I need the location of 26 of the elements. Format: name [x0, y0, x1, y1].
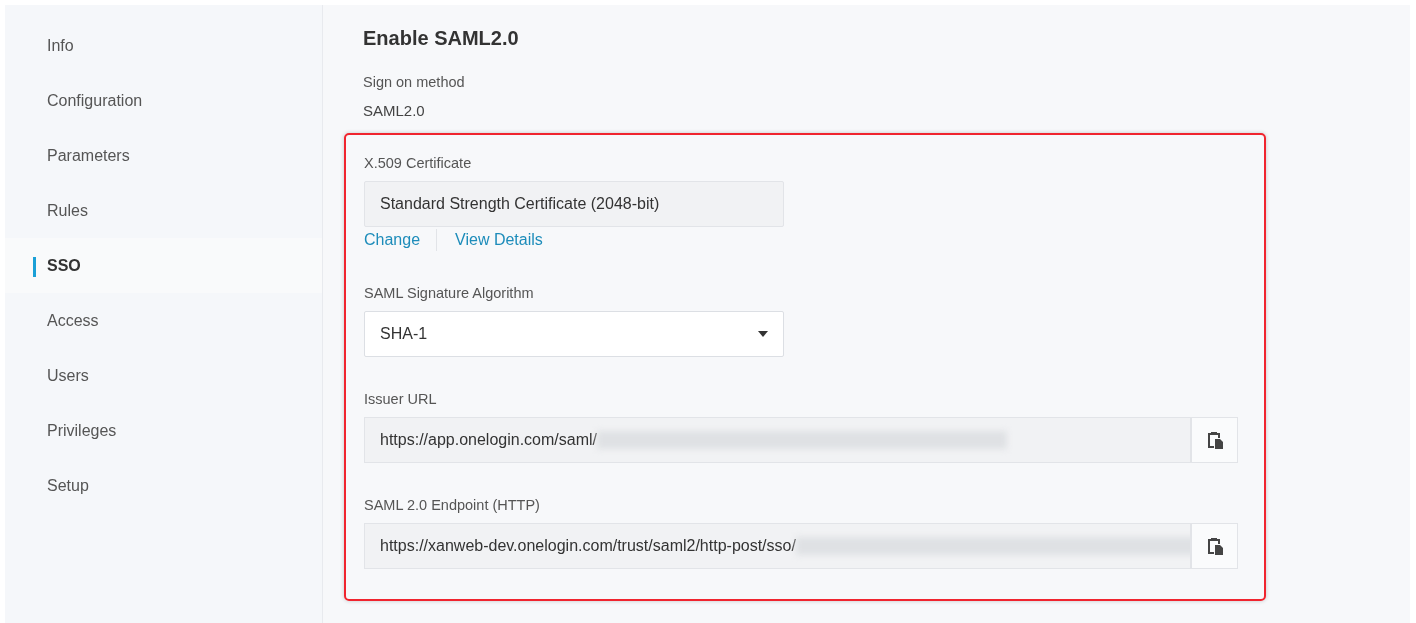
sidebar-item[interactable]: Parameters — [5, 128, 322, 183]
link[interactable]: Change — [364, 229, 437, 251]
link[interactable]: View Details — [436, 229, 559, 251]
sidebar-item[interactable]: Info — [5, 18, 322, 73]
field-label: Sign on method — [363, 74, 466, 90]
sidebar-item[interactable]: Users — [5, 348, 322, 403]
sidebar-item[interactable]: Setup — [5, 458, 322, 513]
sidebar-item[interactable]: Privileges — [5, 403, 322, 458]
field-label: Issuer URL — [364, 391, 438, 407]
sidebar-item[interactable]: SSO — [5, 238, 322, 293]
sidebar-item[interactable]: Access — [5, 293, 322, 348]
certificate-field: Standard Strength Certificate (2048-bit) — [364, 181, 784, 227]
page-title: Enable SAML2.0 — [363, 27, 520, 50]
field-label: SAML Signature Algorithm — [364, 285, 535, 301]
sidebar-item[interactable]: Rules — [5, 183, 322, 238]
copy-button[interactable] — [1191, 523, 1238, 569]
sidebar-item[interactable]: Configuration — [5, 73, 322, 128]
active-indicator — [33, 257, 36, 277]
algorithm-dropdown[interactable]: SHA-1 — [364, 311, 784, 357]
field-value: SAML2.0 — [363, 102, 426, 119]
caret-icon — [758, 331, 768, 337]
url-field: https://app.onelogin.com/saml/ — [364, 417, 1191, 463]
url-field: https://xanweb-dev.onelogin.com/trust/saml2/http-post/sso/ — [364, 523, 1191, 569]
field-label: X.509 Certificate — [364, 155, 473, 171]
field-label: SAML 2.0 Endpoint (HTTP) — [364, 497, 541, 513]
copy-button[interactable] — [1191, 417, 1238, 463]
